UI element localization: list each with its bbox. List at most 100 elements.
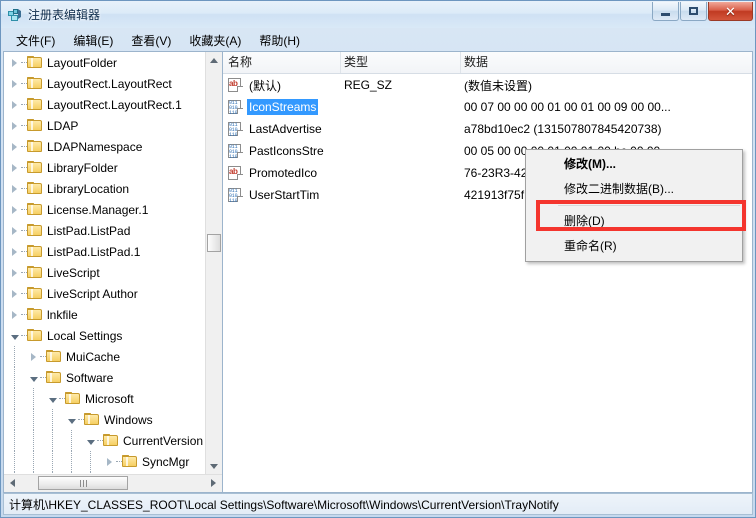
value-row[interactable]: ab (默认) REG_SZ (数值未设置) <box>223 74 752 96</box>
tree-expand-toggle[interactable] <box>8 304 21 325</box>
close-icon: ✕ <box>725 3 736 19</box>
triangle-right-icon <box>12 247 17 256</box>
tree-guide-line <box>71 430 72 451</box>
tree-collapse-toggle[interactable] <box>65 409 78 430</box>
folder-icon <box>46 350 62 363</box>
tree-collapse-toggle[interactable] <box>46 388 59 409</box>
menu-view[interactable]: 查看(V) <box>122 30 180 51</box>
chevron-right-icon <box>211 479 216 487</box>
context-menu-item-modify-binary[interactable]: 修改二进制数据(B)... <box>526 177 742 202</box>
delete-highlight-annotation <box>536 200 746 231</box>
tree-item-label: LayoutFolder <box>47 55 118 70</box>
tree-item-label: ListPad.ListPad.1 <box>47 244 141 259</box>
registry-values-pane[interactable]: 名称 类型 数据 ab (默认) REG_SZ (数值未设置) 011 010 110 Ico… <box>223 51 753 493</box>
tree-item-livescript-author[interactable]: LiveScript Author <box>4 283 207 304</box>
triangle-down-icon <box>67 418 76 424</box>
folder-icon <box>27 308 43 321</box>
value-row[interactable]: 011 010 110 IconStreams 00 07 00 00 00 01 00… <box>223 96 752 118</box>
column-header-name[interactable]: 名称 <box>223 52 341 73</box>
value-data-cell: 00 07 00 00 00 01 00 01 00 09 00 00... <box>464 100 671 114</box>
value-data-cell: a78bd10ec2 (131507807845420738) <box>464 122 662 136</box>
folder-icon <box>27 287 43 300</box>
tree-item-microsoft[interactable]: Microsoft <box>4 388 207 409</box>
tree-item-ldap[interactable]: LDAP <box>4 115 207 136</box>
column-header-data[interactable]: 数据 <box>461 52 752 73</box>
scroll-up-button[interactable] <box>206 52 222 69</box>
value-row[interactable]: 011 010 110 LastAdvertise a78bd10ec2 (131507… <box>223 118 752 140</box>
tree-guide-line <box>52 451 53 472</box>
tree-collapse-toggle[interactable] <box>27 367 40 388</box>
tree-item-software[interactable]: Software <box>4 367 207 388</box>
close-button[interactable]: ✕ <box>708 2 753 21</box>
binary-value-icon: 011 010 110 <box>228 144 243 160</box>
folder-icon <box>27 245 43 258</box>
folder-icon <box>27 182 43 195</box>
tree-guide-line <box>14 367 15 388</box>
scroll-right-button[interactable] <box>205 475 222 491</box>
tree-item-label: Local Settings <box>47 328 123 343</box>
menu-favorites[interactable]: 收藏夹(A) <box>180 30 250 51</box>
tree-expand-toggle[interactable] <box>8 157 21 178</box>
column-header-type[interactable]: 类型 <box>341 52 461 73</box>
context-menu-item-modify[interactable]: 修改(M)... <box>526 152 742 177</box>
tree-expand-toggle[interactable] <box>103 451 116 472</box>
folder-icon <box>122 455 138 468</box>
tree-item-label: LDAPNamespace <box>47 139 143 154</box>
tree-hscroll-thumb[interactable] <box>38 476 128 490</box>
registry-tree[interactable]: LayoutFolder LayoutRect.LayoutRect LayoutR… <box>4 52 207 475</box>
tree-collapse-toggle[interactable] <box>84 430 97 451</box>
window-controls: ✕ <box>651 2 753 21</box>
tree-expand-toggle[interactable] <box>8 283 21 304</box>
tree-item-currentversion[interactable]: CurrentVersion <box>4 430 207 451</box>
tree-item-layoutrect-layoutrect[interactable]: LayoutRect.LayoutRect <box>4 73 207 94</box>
tree-item-libraryfolder[interactable]: LibraryFolder <box>4 157 207 178</box>
tree-expand-toggle[interactable] <box>8 199 21 220</box>
tree-expand-toggle[interactable] <box>27 346 40 367</box>
maximize-button[interactable] <box>680 2 707 21</box>
tree-item-listpad-listpad-1[interactable]: ListPad.ListPad.1 <box>4 241 207 262</box>
tree-item-local-settings[interactable]: Local Settings <box>4 325 207 346</box>
tree-item-ldapnamespace[interactable]: LDAPNamespace <box>4 136 207 157</box>
triangle-down-icon <box>29 376 38 382</box>
tree-item-muicache[interactable]: MuiCache <box>4 346 207 367</box>
tree-horizontal-scrollbar[interactable] <box>4 474 222 492</box>
folder-icon <box>46 371 62 384</box>
tree-vertical-scrollbar[interactable] <box>205 52 222 475</box>
tree-item-librarylocation[interactable]: LibraryLocation <box>4 178 207 199</box>
tree-item-layoutrect-layoutrect-1[interactable]: LayoutRect.LayoutRect.1 <box>4 94 207 115</box>
menu-help[interactable]: 帮助(H) <box>250 30 309 51</box>
tree-expand-toggle[interactable] <box>8 136 21 157</box>
tree-expand-toggle[interactable] <box>8 220 21 241</box>
scroll-left-button[interactable] <box>4 475 21 491</box>
tree-collapse-toggle[interactable] <box>8 325 21 346</box>
triangle-right-icon <box>12 163 17 172</box>
tree-expand-toggle[interactable] <box>8 241 21 262</box>
tree-expand-toggle[interactable] <box>8 115 21 136</box>
tree-expand-toggle[interactable] <box>8 262 21 283</box>
context-menu-item-rename[interactable]: 重命名(R) <box>526 234 742 259</box>
tree-scroll-thumb[interactable] <box>207 234 221 252</box>
tree-expand-toggle[interactable] <box>8 94 21 115</box>
tree-item-label: LiveScript Author <box>47 286 138 301</box>
tree-item-label: lnkfile <box>47 307 78 322</box>
tree-item-windows[interactable]: Windows <box>4 409 207 430</box>
status-bar: 计算机\HKEY_CLASSES_ROOT\Local Settings\Sof… <box>3 493 753 515</box>
tree-guide-line <box>33 388 34 409</box>
tree-expand-toggle[interactable] <box>8 52 21 73</box>
tree-expand-toggle[interactable] <box>8 178 21 199</box>
title-bar[interactable]: 注册表编辑器 ✕ <box>1 1 755 28</box>
tree-item-lnkfile[interactable]: lnkfile <box>4 304 207 325</box>
folder-icon <box>84 413 100 426</box>
tree-item-livescript[interactable]: LiveScript <box>4 262 207 283</box>
scroll-down-button[interactable] <box>206 458 222 475</box>
menu-file[interactable]: 文件(F) <box>7 30 64 51</box>
tree-item-layoutfolder[interactable]: LayoutFolder <box>4 52 207 73</box>
minimize-button[interactable] <box>652 2 679 21</box>
tree-item-listpad-listpad[interactable]: ListPad.ListPad <box>4 220 207 241</box>
tree-item-license-manager-1[interactable]: License.Manager.1 <box>4 199 207 220</box>
tree-expand-toggle[interactable] <box>8 73 21 94</box>
registry-tree-pane[interactable]: LayoutFolder LayoutRect.LayoutRect LayoutR… <box>3 51 223 493</box>
menu-edit[interactable]: 编辑(E) <box>64 30 122 51</box>
value-name-cell: ab (默认) <box>223 76 341 95</box>
tree-item-syncmgr[interactable]: SyncMgr <box>4 451 207 472</box>
